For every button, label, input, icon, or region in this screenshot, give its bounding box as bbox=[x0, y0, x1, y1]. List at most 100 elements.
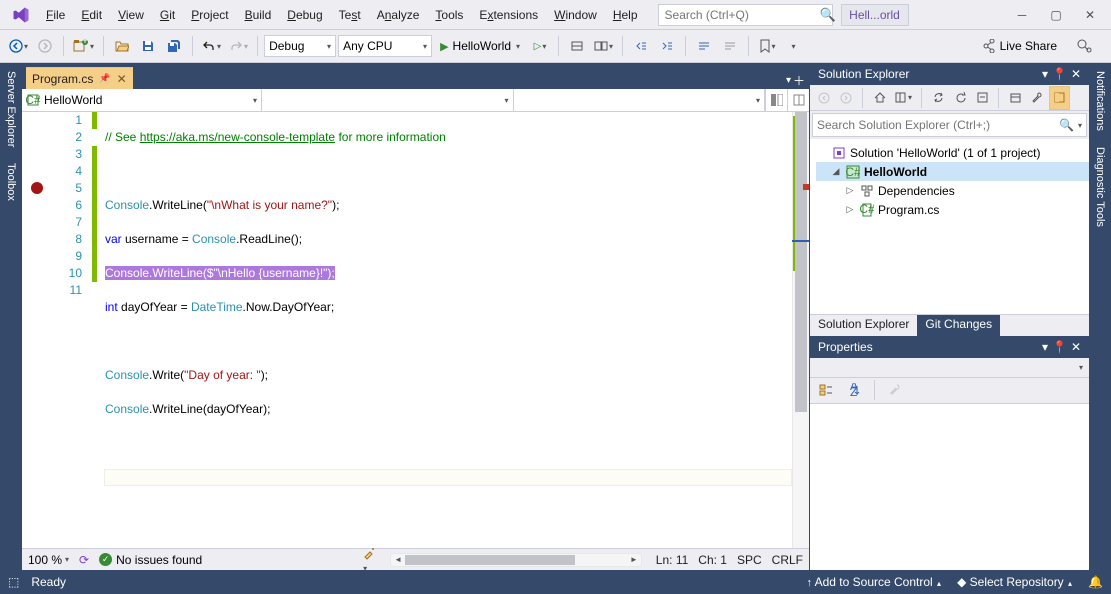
menu-analyze[interactable]: Analyze bbox=[369, 4, 428, 26]
glyph-margin[interactable] bbox=[22, 112, 52, 548]
se-tab-explorer[interactable]: Solution Explorer bbox=[810, 315, 917, 336]
tab-add-icon[interactable]: ＋ bbox=[793, 72, 805, 89]
undo-button[interactable]: ▾ bbox=[199, 34, 224, 58]
menu-build[interactable]: Build bbox=[237, 4, 280, 26]
se-sync-button[interactable] bbox=[928, 86, 948, 110]
menu-test[interactable]: Test bbox=[331, 4, 369, 26]
properties-grid[interactable] bbox=[810, 404, 1089, 571]
minimize-button[interactable]: ─ bbox=[1005, 3, 1039, 27]
zoom-level[interactable]: 100 %▾ bbox=[28, 553, 69, 567]
se-tree[interactable]: Solution 'HelloWorld' (1 of 1 project) ◢… bbox=[810, 139, 1089, 314]
pin-icon[interactable]: 📌 bbox=[99, 73, 110, 84]
panel-close-icon[interactable]: ✕ bbox=[1071, 67, 1081, 81]
expand-icon[interactable]: ▷ bbox=[844, 185, 856, 196]
start-no-debug-button[interactable]: ▷▾ bbox=[528, 34, 552, 58]
forward-button[interactable] bbox=[33, 34, 57, 58]
nav-project-combo[interactable]: C# HelloWorld▾ bbox=[22, 89, 262, 111]
nav-split-button[interactable] bbox=[765, 89, 787, 111]
se-search-input[interactable] bbox=[817, 118, 1059, 132]
props-categorized-button[interactable] bbox=[814, 378, 838, 402]
close-button[interactable]: ✕ bbox=[1073, 3, 1107, 27]
health-icon[interactable]: ⟳ bbox=[79, 553, 89, 567]
se-refresh-button[interactable] bbox=[950, 86, 970, 110]
feedback-button[interactable] bbox=[1073, 34, 1097, 58]
issues-indicator[interactable]: ✓No issues found bbox=[99, 553, 202, 567]
breakpoint-icon[interactable] bbox=[31, 182, 43, 194]
menu-tools[interactable]: Tools bbox=[427, 4, 471, 26]
se-search-box[interactable]: 🔍▾ bbox=[812, 113, 1087, 137]
menu-git[interactable]: Git bbox=[152, 4, 183, 26]
maximize-button[interactable]: ▢ bbox=[1039, 3, 1073, 27]
toolbar-btn-2[interactable]: ▾ bbox=[591, 34, 616, 58]
menu-extensions[interactable]: Extensions bbox=[471, 4, 546, 26]
menu-help[interactable]: Help bbox=[605, 4, 646, 26]
document-tab[interactable]: Program.cs 📌 ✕ bbox=[26, 67, 133, 89]
solution-badge[interactable]: Hell...orld bbox=[841, 4, 909, 26]
code-content[interactable]: // See https://aka.ms/new-console-templa… bbox=[97, 112, 792, 548]
tree-deps-node[interactable]: ▷Dependencies bbox=[816, 181, 1089, 200]
save-button[interactable] bbox=[136, 34, 160, 58]
nav-swap-button[interactable] bbox=[787, 89, 809, 111]
panel-menu-icon[interactable]: ▾ bbox=[1042, 340, 1048, 354]
panel-pin-icon[interactable]: 📍 bbox=[1052, 340, 1067, 354]
configuration-combo[interactable]: Debug▾ bbox=[264, 35, 336, 57]
repo-button[interactable]: ◆ Select Repository ▴ bbox=[957, 575, 1072, 589]
h-scrollbar-thumb[interactable] bbox=[405, 555, 575, 565]
notifications-icon[interactable]: 🔔 bbox=[1088, 575, 1103, 589]
panel-menu-icon[interactable]: ▾ bbox=[1042, 67, 1048, 81]
uncomment-button[interactable] bbox=[718, 34, 742, 58]
indent-more-button[interactable] bbox=[655, 34, 679, 58]
indent-mode[interactable]: SPC bbox=[737, 553, 762, 567]
toolbar-btn-1[interactable] bbox=[565, 34, 589, 58]
se-home-button[interactable] bbox=[869, 86, 889, 110]
open-file-button[interactable] bbox=[110, 34, 134, 58]
se-fwd-button[interactable] bbox=[836, 86, 856, 110]
panel-close-icon[interactable]: ✕ bbox=[1071, 340, 1081, 354]
menu-edit[interactable]: Edit bbox=[73, 4, 110, 26]
tree-file-node[interactable]: ▷C#Program.cs bbox=[816, 200, 1089, 219]
menu-project[interactable]: Project bbox=[183, 4, 236, 26]
se-back-button[interactable] bbox=[814, 86, 834, 110]
search-input[interactable] bbox=[665, 8, 820, 22]
redo-button[interactable]: ▾ bbox=[226, 34, 251, 58]
close-tab-icon[interactable]: ✕ bbox=[117, 72, 127, 86]
liveshare-button[interactable]: Live Share bbox=[976, 39, 1063, 53]
horizontal-scrollbar[interactable]: ◄ ► bbox=[390, 553, 642, 567]
expand-icon[interactable]: ▷ bbox=[844, 204, 856, 215]
scrollbar-thumb[interactable] bbox=[795, 112, 807, 412]
new-project-button[interactable]: +▾ bbox=[70, 34, 97, 58]
comment-button[interactable] bbox=[692, 34, 716, 58]
start-debug-button[interactable]: ▶HelloWorld▾ bbox=[434, 34, 526, 58]
line-ending[interactable]: CRLF bbox=[772, 553, 803, 567]
line-info[interactable]: Ln: 11 bbox=[656, 553, 688, 567]
expand-icon[interactable]: ◢ bbox=[830, 166, 842, 177]
panel-pin-icon[interactable]: 📍 bbox=[1052, 67, 1067, 81]
vertical-scrollbar[interactable] bbox=[792, 112, 809, 548]
platform-combo[interactable]: Any CPU▾ bbox=[338, 35, 432, 57]
toolbox-tab[interactable]: Toolbox bbox=[3, 155, 19, 209]
tree-solution-node[interactable]: Solution 'HelloWorld' (1 of 1 project) bbox=[816, 143, 1089, 162]
se-properties-button[interactable] bbox=[1027, 86, 1047, 110]
se-show-all-button[interactable] bbox=[1005, 86, 1025, 110]
nav-type-combo[interactable]: ▾ bbox=[262, 89, 514, 111]
toolbar-overflow[interactable]: ▾ bbox=[781, 34, 805, 58]
col-info[interactable]: Ch: 1 bbox=[698, 553, 727, 567]
indent-less-button[interactable] bbox=[629, 34, 653, 58]
se-tab-git[interactable]: Git Changes bbox=[917, 315, 1000, 336]
tab-overflow-icon[interactable]: ▾ bbox=[786, 75, 791, 86]
cleanup-icon[interactable]: ▾ bbox=[362, 546, 376, 574]
nav-member-combo[interactable]: ▾ bbox=[514, 89, 766, 111]
back-button[interactable]: ▾ bbox=[6, 34, 31, 58]
code-editor[interactable]: 1234567891011 // See https://aka.ms/new-… bbox=[22, 112, 809, 548]
properties-object-combo[interactable]: ▾ bbox=[810, 358, 1089, 378]
se-switch-views[interactable]: ▾ bbox=[891, 86, 915, 110]
source-control-button[interactable]: ↑ Add to Source Control ▴ bbox=[806, 575, 941, 589]
notifications-tab[interactable]: Notifications bbox=[1092, 63, 1108, 139]
save-all-button[interactable] bbox=[162, 34, 186, 58]
tree-project-node[interactable]: ◢C#HelloWorld bbox=[816, 162, 1089, 181]
props-alpha-button[interactable]: AZ bbox=[842, 378, 866, 402]
diagnostic-tools-tab[interactable]: Diagnostic Tools bbox=[1092, 139, 1108, 235]
menu-view[interactable]: View bbox=[110, 4, 152, 26]
search-box[interactable]: 🔍 bbox=[658, 4, 833, 26]
menu-file[interactable]: File bbox=[38, 4, 73, 26]
